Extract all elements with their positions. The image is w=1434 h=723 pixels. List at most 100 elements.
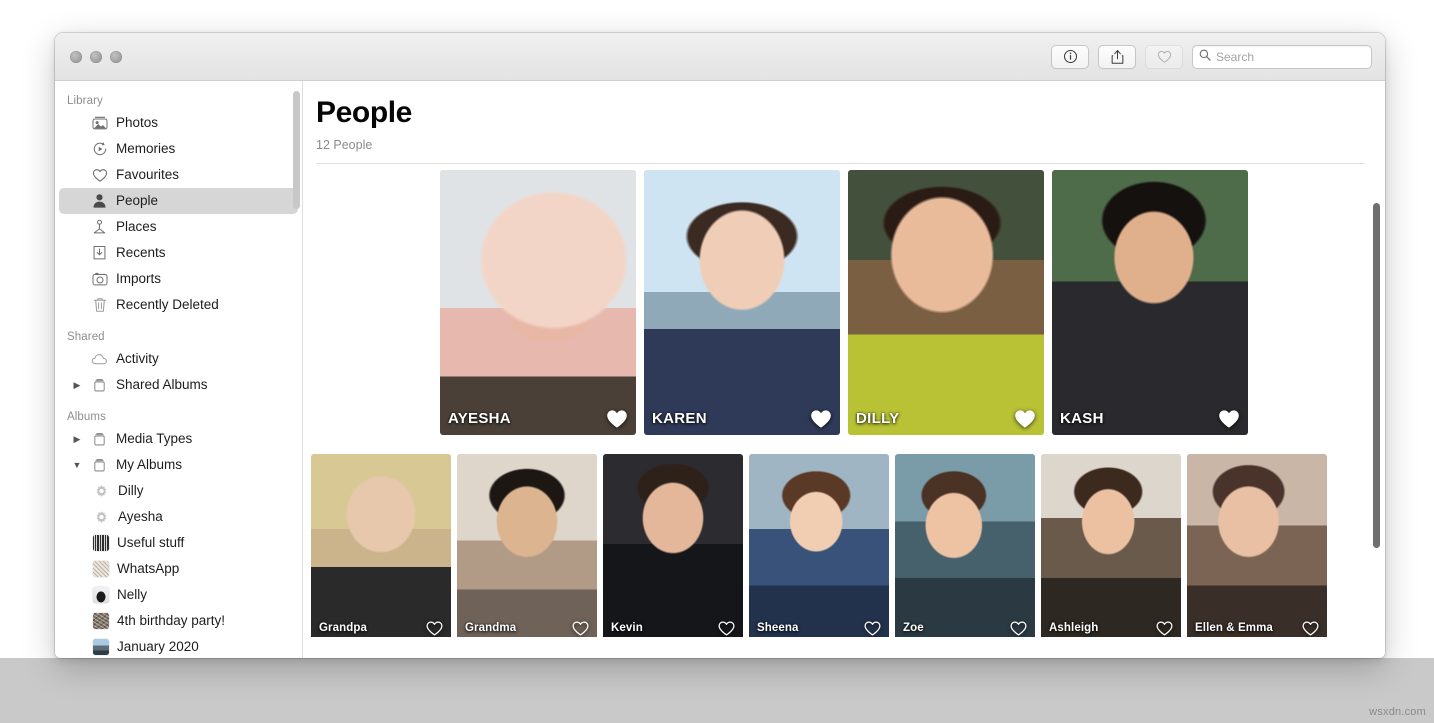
favourite-heart-icon[interactable] — [1010, 620, 1027, 636]
favourite-heart-icon[interactable] — [1302, 620, 1319, 636]
person-name: KAREN — [652, 409, 707, 427]
favourite-heart-icon[interactable] — [1218, 409, 1240, 429]
person-card-ayesha[interactable]: AYESHA — [440, 169, 636, 435]
sidebar-item-label: WhatsApp — [117, 561, 180, 577]
desktop-strip — [0, 658, 1434, 723]
favourite-heart-icon[interactable] — [426, 620, 443, 636]
sidebar-item-album-4th-birthday-party[interactable]: 4th birthday party! — [59, 608, 298, 634]
person-photo — [1187, 453, 1327, 637]
person-photo — [603, 453, 743, 637]
favourite-heart-icon[interactable] — [572, 620, 589, 636]
person-card-sheena[interactable]: Sheena — [749, 453, 889, 637]
person-card-grandpa[interactable]: Grandpa — [311, 453, 451, 637]
person-photo — [440, 169, 636, 435]
person-card-kash[interactable]: KASH — [1052, 169, 1248, 435]
sidebar-group-library-title: Library — [67, 95, 103, 107]
sidebar-item-imports[interactable]: Imports — [59, 266, 298, 292]
person-photo — [848, 169, 1044, 435]
zoom-button[interactable] — [110, 50, 122, 63]
person-icon — [91, 193, 108, 210]
person-photo — [457, 453, 597, 637]
album-thumbnail-icon — [93, 535, 109, 551]
person-card-zoe[interactable]: Zoe — [895, 453, 1035, 637]
album-thumbnail-icon — [93, 561, 109, 577]
sidebar-item-shared-albums[interactable]: ▶ Shared Albums — [59, 372, 298, 398]
sidebar-item-album-january-2020[interactable]: January 2020 — [59, 634, 298, 658]
smart-album-icon — [93, 509, 110, 526]
sidebar-item-label: Recents — [116, 245, 166, 261]
sidebar-scrollbar[interactable] — [293, 91, 300, 209]
sidebar-item-media-types[interactable]: ▶ Media Types — [59, 426, 298, 452]
person-card-ellen-and-emma[interactable]: Ellen & Emma — [1187, 453, 1327, 637]
sidebar-item-label: Imports — [116, 271, 162, 287]
person-name: Zoe — [903, 621, 924, 634]
person-photo — [1041, 453, 1181, 637]
person-card-dilly[interactable]: DILLY — [848, 169, 1044, 435]
chevron-right-icon[interactable]: ▶ — [71, 380, 83, 391]
sidebar-item-my-albums[interactable]: ▼ My Albums — [59, 452, 298, 478]
sidebar-item-album-whatsapp[interactable]: WhatsApp — [59, 556, 298, 582]
content-header: People 12 People — [303, 81, 1385, 164]
trash-icon — [91, 297, 108, 314]
sidebar-item-album-nelly[interactable]: Nelly — [59, 582, 298, 608]
photos-icon — [91, 115, 108, 132]
camera-icon — [91, 271, 108, 288]
sidebar-item-memories[interactable]: Memories — [59, 136, 298, 162]
window-titlebar[interactable] — [55, 33, 1385, 81]
album-thumbnail-icon — [93, 613, 109, 629]
people-row: Grandpa Grandma Kevin Sheena Zoe Ashleig… — [303, 453, 1385, 637]
people-row: AYESHA KAREN DILLY KASH — [303, 169, 1385, 435]
person-name: AYESHA — [448, 409, 511, 427]
sidebar: Library Photos Memories Favourites Peopl… — [55, 81, 303, 658]
minimize-button[interactable] — [90, 50, 102, 63]
info-button[interactable] — [1051, 44, 1089, 69]
sidebar-item-label: Nelly — [117, 587, 148, 603]
sidebar-item-places[interactable]: Places — [59, 214, 298, 240]
album-thumbnail-icon — [93, 639, 109, 655]
person-card-ashleigh[interactable]: Ashleigh — [1041, 453, 1181, 637]
favourite-heart-icon[interactable] — [864, 620, 881, 636]
favourite-heart-icon[interactable] — [606, 409, 628, 429]
sidebar-item-recents[interactable]: Recents — [59, 240, 298, 266]
heart-icon — [91, 167, 108, 184]
favourite-heart-icon[interactable] — [1014, 409, 1036, 429]
favourite-heart-icon[interactable] — [1156, 620, 1173, 636]
favourite-heart-icon[interactable] — [810, 409, 832, 429]
person-name: Grandma — [465, 621, 517, 634]
share-icon — [1110, 49, 1125, 65]
sidebar-item-photos[interactable]: Photos — [59, 110, 298, 136]
desktop-backdrop: Library Photos — [0, 0, 1434, 723]
sidebar-item-album-ayesha[interactable]: Ayesha — [59, 504, 298, 530]
pin-icon — [91, 219, 108, 236]
person-name: Kevin — [611, 621, 643, 634]
favourite-heart-icon[interactable] — [718, 620, 735, 636]
sidebar-item-recently-deleted[interactable]: Recently Deleted — [59, 292, 298, 318]
person-name: Ashleigh — [1049, 621, 1099, 634]
sidebar-item-label: Activity — [116, 351, 159, 367]
close-button[interactable] — [70, 50, 82, 63]
chevron-down-icon[interactable]: ▼ — [71, 460, 83, 470]
albums-icon — [91, 431, 108, 448]
sidebar-item-label: Dilly — [118, 483, 144, 499]
window-body: Library Photos Memories Favourites Peopl… — [55, 81, 1385, 658]
sidebar-item-label: January 2020 — [117, 639, 199, 655]
favourite-button[interactable] — [1145, 44, 1183, 69]
share-button[interactable] — [1098, 44, 1136, 69]
sidebar-item-label: My Albums — [116, 457, 183, 473]
sidebar-item-activity[interactable]: Activity — [59, 346, 298, 372]
chevron-right-icon[interactable]: ▶ — [71, 434, 83, 445]
sidebar-item-label: Photos — [116, 115, 159, 131]
content-scrollbar[interactable] — [1373, 203, 1380, 548]
search-field[interactable] — [1192, 44, 1372, 69]
person-card-grandma[interactable]: Grandma — [457, 453, 597, 637]
person-card-kevin[interactable]: Kevin — [603, 453, 743, 637]
sidebar-item-favourites[interactable]: Favourites — [59, 162, 298, 188]
smart-album-icon — [93, 483, 110, 500]
person-card-karen[interactable]: KAREN — [644, 169, 840, 435]
person-name: DILLY — [856, 409, 900, 427]
sidebar-item-album-dilly[interactable]: Dilly — [59, 478, 298, 504]
person-photo — [749, 453, 889, 637]
sidebar-item-people[interactable]: People — [59, 188, 298, 214]
sidebar-item-album-useful-stuff[interactable]: Useful stuff — [59, 530, 298, 556]
search-input[interactable] — [1216, 49, 1365, 64]
